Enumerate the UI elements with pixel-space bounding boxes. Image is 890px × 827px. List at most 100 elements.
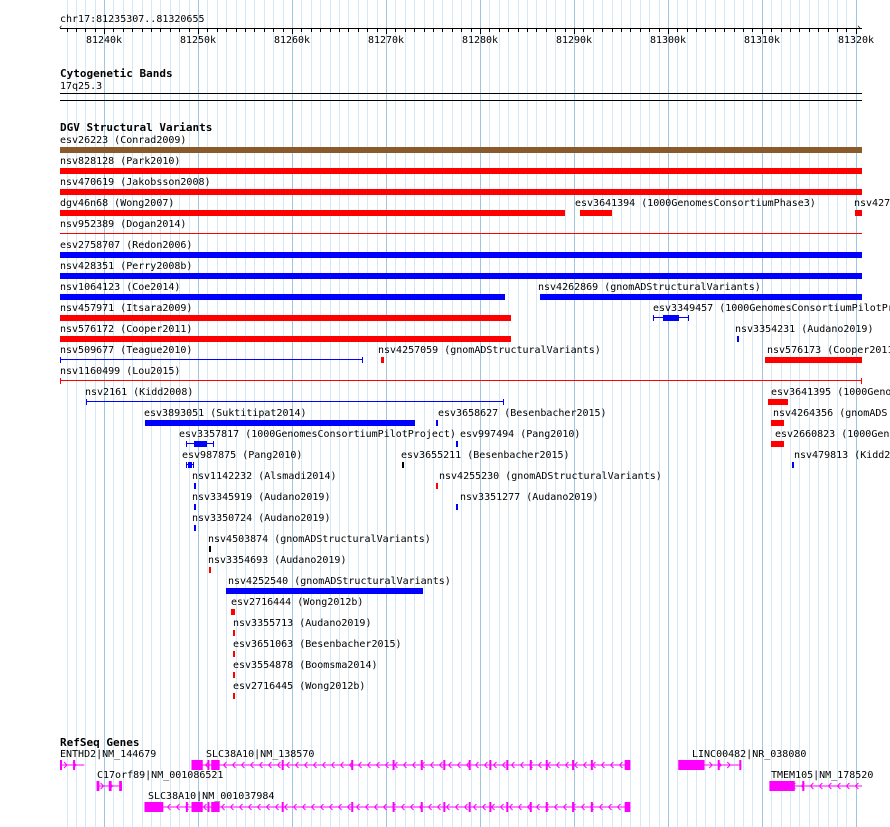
dgv-variant-bar[interactable]	[855, 210, 862, 216]
dgv-variant-bar[interactable]	[456, 441, 458, 447]
dgv-variant-bar[interactable]	[233, 672, 235, 678]
dgv-variant-label[interactable]: nsv4255230 (gnomADStructuralVariants)	[439, 471, 662, 483]
dgv-variant-label[interactable]: esv3893051 (Suktitipat2014)	[144, 408, 307, 420]
dgv-variant-bar[interactable]	[60, 315, 511, 321]
dgv-variant-label[interactable]: nsv4262869 (gnomADStructuralVariants)	[538, 282, 761, 294]
dgv-variant-label[interactable]: esv2660823 (1000Geno	[775, 429, 890, 441]
dgv-variant-label[interactable]: nsv952389 (Dogan2014)	[60, 219, 186, 231]
dgv-variant-bar[interactable]	[209, 546, 211, 552]
dgv-variant-label[interactable]: esv3357817 (1000GenomesConsortiumPilotPr…	[179, 429, 456, 441]
gene-exon[interactable]	[420, 802, 423, 812]
dgv-variant-label[interactable]: esv26223 (Conrad2009)	[60, 135, 186, 147]
dgv-variant-label[interactable]: nsv2161 (Kidd2008)	[85, 387, 193, 399]
dgv-variant-bar[interactable]	[86, 401, 504, 402]
refseq-gene-label[interactable]: C17orf89|NM_001086521	[97, 770, 223, 782]
dgv-variant-label[interactable]: nsv4257059 (gnomADStructuralVariants)	[378, 345, 601, 357]
dgv-variant-bar[interactable]	[771, 420, 784, 426]
dgv-variant-label[interactable]: nsv576172 (Cooper2011)	[60, 324, 192, 336]
dgv-variant-bar[interactable]	[580, 210, 612, 216]
dgv-variant-bar[interactable]	[233, 651, 235, 657]
dgv-variant-label[interactable]: esv3658627 (Besenbacher2015)	[438, 408, 607, 420]
dgv-variant-bar[interactable]	[60, 273, 862, 279]
dgv-variant-bar[interactable]	[771, 441, 784, 447]
dgv-variant-label[interactable]: esv3651063 (Besenbacher2015)	[233, 639, 402, 651]
dgv-variant-label[interactable]: esv987875 (Pang2010)	[182, 450, 302, 462]
dgv-variant-label[interactable]: nsv479813 (Kidd2	[794, 450, 890, 462]
dgv-variant-bar[interactable]	[233, 693, 235, 699]
dgv-variant-bar[interactable]	[456, 504, 458, 510]
gene-exon[interactable]	[420, 760, 423, 770]
dgv-variant-label[interactable]: nsv427	[854, 198, 890, 210]
gene-exon[interactable]	[529, 802, 532, 812]
dgv-variant-bar[interactable]	[60, 252, 862, 258]
cytoband-label[interactable]: 17q25.3	[60, 81, 102, 93]
gene-exon[interactable]	[351, 802, 354, 812]
dgv-variant-bar[interactable]	[209, 567, 211, 573]
gene-exon[interactable]	[73, 760, 76, 770]
refseq-gene-label[interactable]: ENTHD2|NM_144679	[60, 749, 156, 761]
dgv-variant-bar[interactable]	[60, 336, 511, 342]
gene-exon[interactable]	[802, 781, 805, 791]
dgv-variant-bar[interactable]	[226, 588, 423, 594]
gene-exon[interactable]	[119, 781, 122, 791]
gene-exon[interactable]	[96, 781, 100, 791]
dgv-variant-label[interactable]: nsv1142232 (Alsmadi2014)	[192, 471, 337, 483]
dgv-variant-bar[interactable]	[60, 380, 862, 381]
cytoband-bar[interactable]	[60, 93, 862, 94]
dgv-variant-label[interactable]: esv2716445 (Wong2012b)	[233, 681, 365, 693]
dgv-variant-label[interactable]: esv2758707 (Redon2006)	[60, 240, 192, 252]
dgv-variant-bar[interactable]	[381, 357, 384, 363]
dgv-variant-bar[interactable]	[60, 168, 862, 174]
dgv-variant-label[interactable]: nsv428351 (Perry2008b)	[60, 261, 192, 273]
gene-exon[interactable]	[717, 760, 720, 770]
gene-exon[interactable]	[211, 760, 220, 770]
refseq-gene-label[interactable]: SLC38A10|NM_001037984	[148, 791, 274, 803]
dgv-variant-bar[interactable]	[792, 462, 794, 468]
refseq-gene-label[interactable]: TMEM105|NM_178520	[771, 770, 873, 782]
refseq-gene-label[interactable]: LINC00482|NR_038080	[692, 749, 806, 761]
dgv-variant-label[interactable]: nsv4503874 (gnomADStructuralVariants)	[208, 534, 431, 546]
gene-exon[interactable]	[443, 802, 446, 812]
gene-exon[interactable]	[739, 760, 742, 770]
gene-exon[interactable]	[211, 802, 220, 812]
dgv-variant-bar[interactable]	[765, 357, 862, 363]
dgv-variant-bar[interactable]	[768, 399, 788, 405]
dgv-variant-label[interactable]: esv997494 (Pang2010)	[460, 429, 580, 441]
genome-browser-view[interactable]: chr17:81235307..81320655 81240k 81250k 812…	[0, 0, 890, 827]
gene-exon[interactable]	[60, 760, 62, 770]
dgv-variant-bar[interactable]	[737, 336, 739, 342]
dgv-variant-bar[interactable]	[145, 420, 415, 426]
dgv-variant-bar[interactable]	[194, 525, 196, 531]
gene-exon[interactable]	[529, 760, 532, 770]
dgv-variant-label[interactable]: nsv3350724 (Audano2019)	[192, 513, 330, 525]
gene-exon[interactable]	[108, 781, 112, 791]
gene-exon[interactable]	[443, 760, 446, 770]
dgv-variant-label[interactable]: nsv828128 (Park2010)	[60, 156, 180, 168]
dgv-variant-label[interactable]: nsv457971 (Itsara2009)	[60, 303, 192, 315]
dgv-variant-label[interactable]: esv3641394 (1000GenomesConsortiumPhase3)	[575, 198, 816, 210]
dgv-variant-label[interactable]: esv2716444 (Wong2012b)	[231, 597, 363, 609]
dgv-variant-label[interactable]: nsv3354693 (Audano2019)	[208, 555, 346, 567]
dgv-variant-bar[interactable]	[194, 483, 196, 489]
dgv-variant-label[interactable]: esv3655211 (Besenbacher2015)	[401, 450, 570, 462]
dgv-variant-bar[interactable]	[436, 483, 438, 489]
dgv-variant-label[interactable]: esv3641395 (1000Geno	[771, 387, 890, 399]
gene-exon[interactable]	[678, 760, 705, 770]
dgv-variant-label[interactable]: nsv3355713 (Audano2019)	[233, 618, 371, 630]
dgv-variant-bar[interactable]	[60, 147, 862, 153]
dgv-variant-label[interactable]: esv3349457 (1000GenomesConsortiumPilotPr	[653, 303, 890, 315]
dgv-variant-label[interactable]: dgv46n68 (Wong2007)	[60, 198, 174, 210]
dgv-variant-bar[interactable]	[233, 630, 235, 636]
dgv-variant-label[interactable]: nsv3354231 (Audano2019)	[735, 324, 873, 336]
dgv-variant-bar[interactable]	[436, 420, 438, 426]
dgv-variant-label[interactable]: nsv470619 (Jakobsson2008)	[60, 177, 211, 189]
dgv-variant-bar[interactable]	[540, 294, 862, 300]
dgv-variant-label[interactable]: nsv576173 (Cooper2011	[767, 345, 890, 357]
dgv-variant-label[interactable]: nsv3351277 (Audano2019)	[460, 492, 598, 504]
dgv-variant-label[interactable]: nsv4252540 (gnomADStructuralVariants)	[228, 576, 451, 588]
dgv-variant-bar[interactable]	[60, 294, 505, 300]
dgv-variant-bar[interactable]	[60, 359, 363, 360]
dgv-variant-bar[interactable]	[60, 233, 862, 234]
dgv-variant-bar[interactable]	[60, 210, 565, 216]
refseq-gene-label[interactable]: SLC38A10|NM_138570	[206, 749, 314, 761]
